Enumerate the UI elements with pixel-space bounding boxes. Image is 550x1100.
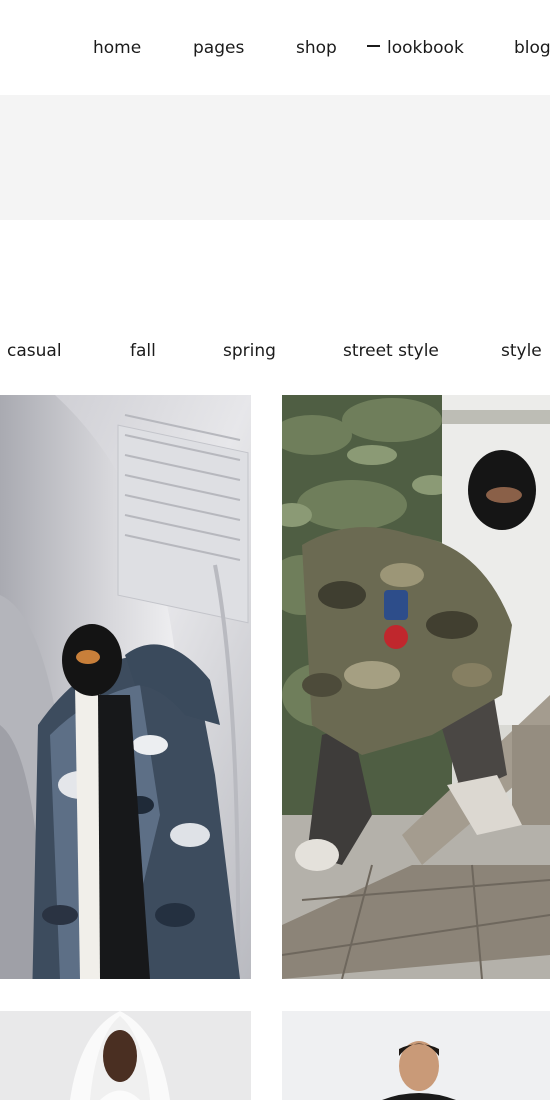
active-indicator-dash <box>367 45 380 47</box>
camo-parka-image <box>0 395 251 979</box>
lookbook-photo-camo-jacket[interactable] <box>282 395 550 979</box>
main-navigation: home pages shop lookbook blog <box>0 0 550 95</box>
nav-item-lookbook-label: lookbook <box>387 38 464 58</box>
filter-casual[interactable]: casual <box>7 338 62 364</box>
nav-item-lookbook[interactable]: lookbook <box>367 36 464 60</box>
nav-item-home[interactable]: home <box>93 36 141 60</box>
portrait-image <box>282 1011 550 1100</box>
lookbook-photo-white-hoodie[interactable] <box>0 1011 251 1100</box>
filter-fall[interactable]: fall <box>130 338 156 364</box>
camo-jacket-image <box>282 395 550 979</box>
nav-item-shop[interactable]: shop <box>296 36 337 60</box>
filter-style[interactable]: style <box>501 338 542 364</box>
lookbook-photo-camo-parka[interactable] <box>0 395 251 979</box>
filter-spring[interactable]: spring <box>223 338 276 364</box>
category-filter-bar: casual fall spring street style style <box>0 338 550 364</box>
lookbook-photo-portrait[interactable] <box>282 1011 550 1100</box>
lookbook-page: home pages shop lookbook blog casual fal… <box>0 0 550 1100</box>
filter-street-style[interactable]: street style <box>343 338 439 364</box>
nav-item-pages[interactable]: pages <box>193 36 244 60</box>
title-banner <box>0 95 550 220</box>
white-hoodie-image <box>0 1011 251 1100</box>
nav-item-blog[interactable]: blog <box>514 36 550 60</box>
